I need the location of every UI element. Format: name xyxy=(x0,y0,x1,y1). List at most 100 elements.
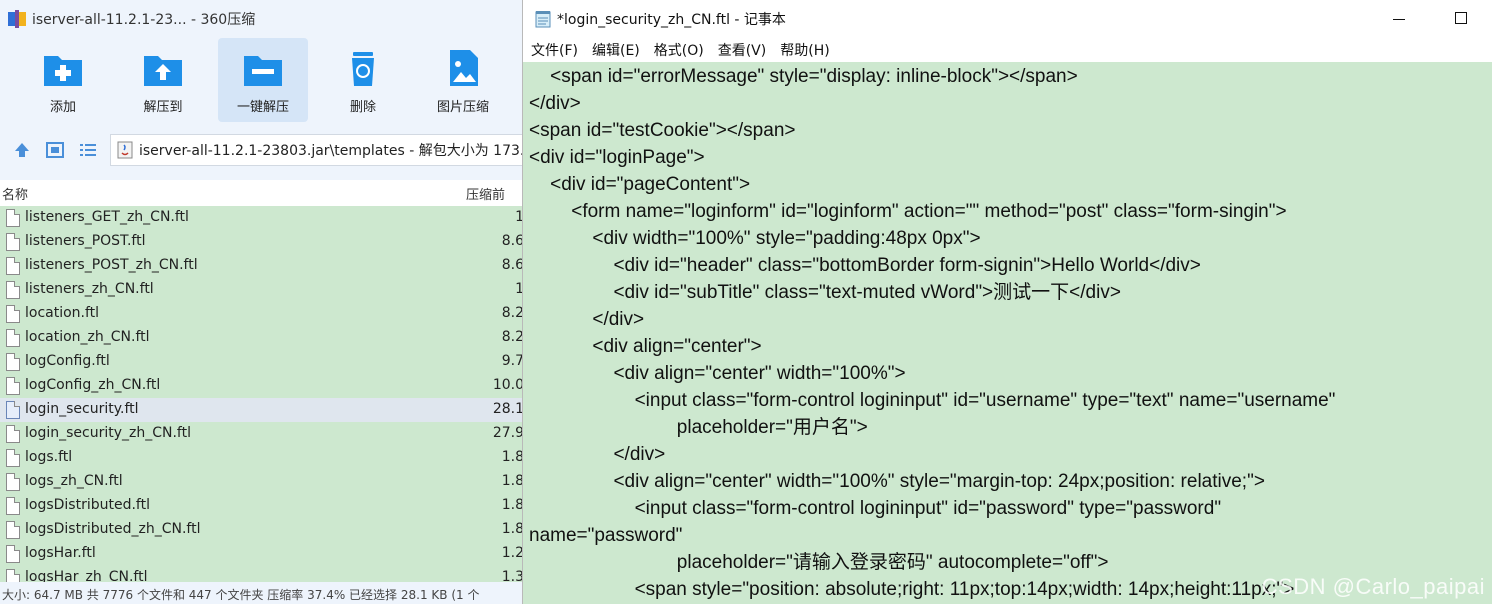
file-row[interactable]: login_security.ftl 28.1 xyxy=(0,398,524,422)
file-name: login_security_zh_CN.ftl xyxy=(25,425,191,441)
menu-edit[interactable]: 编辑(E) xyxy=(592,40,640,60)
code-line: <div align="center" width="100%" style="… xyxy=(529,471,1265,492)
one-click-extract-button[interactable]: 一键解压 xyxy=(218,38,308,122)
archive-title-bar: iserver-all-11.2.1-23... - 360压缩 xyxy=(0,0,524,38)
image-compress-label: 图片压缩 xyxy=(436,100,489,115)
delete-button[interactable]: 删除 xyxy=(318,38,408,122)
list-view-icon[interactable] xyxy=(78,140,98,160)
text-editor[interactable]: <span id="errorMessage" style="display: … xyxy=(523,62,1492,604)
file-icon xyxy=(6,305,20,323)
file-size: 8.6 xyxy=(501,257,524,273)
notepad-title: *login_security_zh_CN.ftl - 记事本 xyxy=(557,12,786,28)
up-folder-icon[interactable] xyxy=(12,140,32,160)
address-text: iserver-all-11.2.1-23803.jar\templates -… xyxy=(139,143,524,159)
file-row[interactable]: listeners_POST.ftl 8.6 xyxy=(0,230,524,254)
code-line: placeholder="请输入登录密码" autocomplete="off"… xyxy=(529,552,1109,573)
file-list-header: 名称 压缩前 xyxy=(0,180,524,206)
image-compress-button[interactable]: 图片压缩 xyxy=(418,38,508,122)
file-row[interactable]: logsHar_zh_CN.ftl 1.3 xyxy=(0,566,524,582)
file-name: listeners_GET_zh_CN.ftl xyxy=(25,209,189,225)
file-name: logsHar_zh_CN.ftl xyxy=(25,569,148,582)
file-icon xyxy=(6,569,20,582)
file-row[interactable]: login_security_zh_CN.ftl 27.9 xyxy=(0,422,524,446)
file-name: login_security.ftl xyxy=(25,401,139,417)
file-row[interactable]: logConfig.ftl 9.7 xyxy=(0,350,524,374)
file-icon xyxy=(6,521,20,539)
one-click-extract-label: 一键解压 xyxy=(236,100,289,115)
file-icon xyxy=(6,353,20,371)
archive-window: iserver-all-11.2.1-23... - 360压缩 添加 解压到 … xyxy=(0,0,524,604)
file-size: 8.2 xyxy=(501,305,524,321)
file-size: 1 xyxy=(515,281,524,297)
file-row[interactable]: logConfig_zh_CN.ftl 10.0 xyxy=(0,374,524,398)
archive-toolbar: 添加 解压到 一键解压 删除 图片压缩 xyxy=(0,38,524,124)
menu-view[interactable]: 查看(V) xyxy=(718,40,767,60)
file-size: 8.6 xyxy=(501,233,524,249)
code-line: <span style="position: absolute;right: 1… xyxy=(529,579,1295,600)
file-size: 1.3 xyxy=(501,569,524,582)
jar-file-icon xyxy=(117,141,133,159)
one-click-extract-icon xyxy=(244,56,282,86)
column-size-header[interactable]: 压缩前 xyxy=(466,184,505,203)
file-size: 1.2 xyxy=(501,545,524,561)
file-name: logs_zh_CN.ftl xyxy=(25,473,123,489)
address-bar: iserver-all-11.2.1-23803.jar\templates -… xyxy=(0,130,524,170)
column-name-header[interactable]: 名称 xyxy=(2,184,28,203)
code-line: <div width="100%" style="padding:48px 0p… xyxy=(529,228,981,249)
code-line: <input class="form-control logininput" i… xyxy=(529,498,1222,519)
code-line: <div id="header" class="bottomBorder for… xyxy=(529,255,1201,276)
file-icon xyxy=(6,281,20,299)
file-icon xyxy=(6,377,20,395)
file-size: 1 xyxy=(515,209,524,225)
code-line: <input class="form-control logininput" i… xyxy=(529,390,1336,411)
file-icon xyxy=(6,425,20,443)
notepad-app-icon xyxy=(535,11,551,28)
file-size: 9.7 xyxy=(501,353,524,369)
code-line: </div> xyxy=(529,444,666,465)
file-name: logsDistributed.ftl xyxy=(25,497,150,513)
recycle-bin-icon xyxy=(352,52,374,86)
file-row[interactable]: logsHar.ftl 1.2 xyxy=(0,542,524,566)
code-line: <div id="pageContent"> xyxy=(529,174,751,195)
image-compress-icon xyxy=(450,50,478,86)
code-line: <span id="errorMessage" style="display: … xyxy=(529,66,1078,87)
notepad-window: *login_security_zh_CN.ftl - 记事本 文件(F) 编辑… xyxy=(522,0,1492,604)
minimize-button[interactable] xyxy=(1393,12,1407,26)
add-button[interactable]: 添加 xyxy=(18,38,108,122)
file-name: listeners_zh_CN.ftl xyxy=(25,281,154,297)
code-line: </div> xyxy=(529,93,581,114)
file-name: listeners_POST.ftl xyxy=(25,233,146,249)
file-row[interactable]: listeners_POST_zh_CN.ftl 8.6 xyxy=(0,254,524,278)
menu-file[interactable]: 文件(F) xyxy=(531,40,578,60)
file-row[interactable]: logsDistributed.ftl 1.8 xyxy=(0,494,524,518)
file-list: listeners_GET_zh_CN.ftl 1 listeners_POST.f… xyxy=(0,206,524,582)
extract-to-button[interactable]: 解压到 xyxy=(118,38,208,122)
file-row[interactable]: location.ftl 8.2 xyxy=(0,302,524,326)
file-row[interactable]: logs_zh_CN.ftl 1.8 xyxy=(0,470,524,494)
file-row[interactable]: listeners_zh_CN.ftl 1 xyxy=(0,278,524,302)
file-size: 1.8 xyxy=(501,473,524,489)
file-icon xyxy=(6,473,20,491)
address-field[interactable]: iserver-all-11.2.1-23803.jar\templates -… xyxy=(110,134,524,166)
file-row[interactable]: listeners_GET_zh_CN.ftl 1 xyxy=(0,206,524,230)
code-line: placeholder="用户名"> xyxy=(529,417,868,438)
file-row[interactable]: logs.ftl 1.8 xyxy=(0,446,524,470)
notepad-menu-bar: 文件(F) 编辑(E) 格式(O) 查看(V) 帮助(H) xyxy=(523,38,1492,62)
file-name: logConfig_zh_CN.ftl xyxy=(25,377,161,393)
file-icon xyxy=(6,449,20,467)
file-size: 28.1 xyxy=(492,401,524,417)
file-row[interactable]: logsDistributed_zh_CN.ftl 1.8 xyxy=(0,518,524,542)
code-line: <div id="loginPage"> xyxy=(529,147,705,168)
code-line: <div align="center"> xyxy=(529,336,762,357)
menu-help[interactable]: 帮助(H) xyxy=(780,40,829,60)
code-line: <div align="center" width="100%"> xyxy=(529,363,906,384)
file-icon xyxy=(6,209,20,227)
menu-format[interactable]: 格式(O) xyxy=(654,40,704,60)
file-row[interactable]: location_zh_CN.ftl 8.2 xyxy=(0,326,524,350)
code-line: <div id="subTitle" class="text-muted vWo… xyxy=(529,282,1121,303)
delete-label: 删除 xyxy=(349,100,376,115)
file-name: location.ftl xyxy=(25,305,100,321)
thumbnail-view-icon[interactable] xyxy=(45,140,65,160)
file-size: 1.8 xyxy=(501,521,524,537)
maximize-button[interactable] xyxy=(1455,12,1467,24)
